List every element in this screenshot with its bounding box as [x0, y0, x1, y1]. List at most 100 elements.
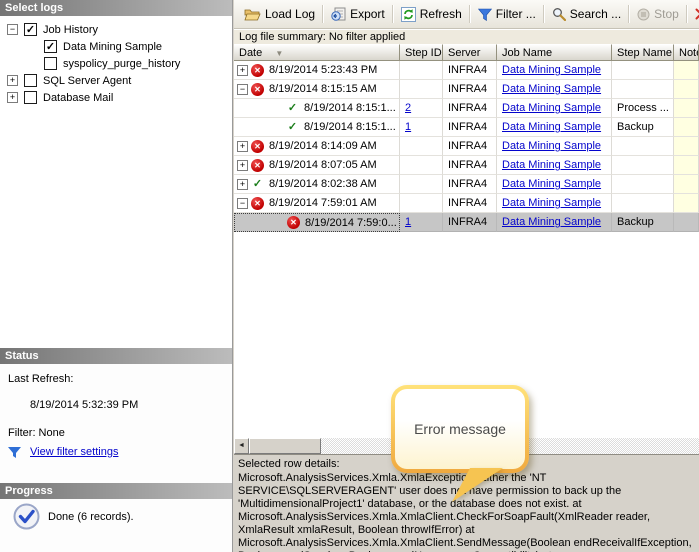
last-refresh-value: 8/19/2014 5:32:39 PM — [30, 399, 139, 411]
view-filter-settings-link[interactable]: View filter settings — [30, 446, 118, 458]
expand-icon[interactable]: + — [7, 75, 18, 86]
status-icon: ✕ — [251, 196, 264, 210]
expand-icon[interactable]: + — [237, 64, 248, 76]
log-file-viewer-window: Select logs − ✓ Job History ✓ Data Minin… — [0, 0, 699, 552]
step-id-link[interactable]: 2 — [405, 102, 411, 114]
table-row[interactable]: − ✕ 8/19/2014 8:15:15 AM INFRA4 Data Min… — [234, 80, 699, 99]
server-cell: INFRA4 — [443, 137, 497, 156]
table-row[interactable]: + ✕ 8/19/2014 8:07:05 AM INFRA4 Data Min… — [234, 156, 699, 175]
progress-header: Progress — [0, 483, 232, 499]
table-row[interactable]: ✓ 8/19/2014 8:15:1... 1 INFRA4 Data Mini… — [234, 118, 699, 137]
step-id-cell — [400, 194, 443, 213]
tree-item-data-mining-sample[interactable]: ✓ Data Mining Sample — [0, 38, 232, 55]
column-header-step-name[interactable]: Step Name — [612, 44, 674, 61]
job-name-link[interactable]: Data Mining Sample — [502, 197, 601, 209]
delete-button[interactable]: Delete ... — [690, 4, 699, 24]
date-value: 8/19/2014 8:15:1... — [304, 102, 396, 114]
status-icon: ✕ — [251, 63, 264, 77]
tree-item-database-mail[interactable]: + Database Mail — [0, 89, 232, 106]
column-header-server[interactable]: Server — [443, 44, 497, 61]
scroll-left-arrow[interactable]: ◄ — [234, 438, 249, 454]
date-cell: + ✓ 8/19/2014 8:02:38 AM — [234, 175, 400, 194]
table-row[interactable]: − ✕ 8/19/2014 7:59:01 AM INFRA4 Data Min… — [234, 194, 699, 213]
notes-cell — [674, 99, 699, 118]
log-tree: − ✓ Job History ✓ Data Mining Sample sys… — [0, 16, 232, 348]
collapse-icon[interactable]: − — [237, 197, 248, 209]
stop-button: Stop — [632, 4, 684, 24]
notes-cell — [674, 175, 699, 194]
status-icon: ✕ — [287, 216, 300, 229]
filter-icon — [477, 8, 492, 21]
expand-icon[interactable]: + — [7, 92, 18, 103]
step-id-cell: 1 — [400, 213, 443, 232]
step-name-cell — [612, 156, 674, 175]
column-header-job-name[interactable]: Job Name — [497, 44, 612, 61]
job-name-link[interactable]: Data Mining Sample — [502, 159, 601, 171]
checkbox-job-history[interactable]: ✓ — [24, 23, 37, 36]
job-name-cell: Data Mining Sample — [497, 156, 612, 175]
search-button[interactable]: Search ... — [547, 4, 626, 24]
date-value: 8/19/2014 8:02:38 AM — [269, 178, 377, 190]
step-id-link[interactable]: 1 — [405, 121, 411, 133]
status-icon: ✕ — [251, 158, 264, 172]
expand-icon[interactable]: + — [237, 159, 248, 171]
refresh-button[interactable]: Refresh — [396, 4, 467, 25]
column-header-notes[interactable]: Notes — [674, 44, 699, 61]
tree-item-sql-server-agent[interactable]: + SQL Server Agent — [0, 72, 232, 89]
job-name-link[interactable]: Data Mining Sample — [502, 140, 601, 152]
toolbar-separator — [542, 5, 545, 23]
filter-button[interactable]: Filter ... — [473, 4, 541, 24]
job-name-link[interactable]: Data Mining Sample — [502, 64, 601, 76]
table-row[interactable]: + ✕ 8/19/2014 5:23:43 PM INFRA4 Data Min… — [234, 61, 699, 80]
job-name-link[interactable]: Data Mining Sample — [502, 121, 601, 133]
table-row[interactable]: + ✕ 8/19/2014 8:14:09 AM INFRA4 Data Min… — [234, 137, 699, 156]
job-name-cell: Data Mining Sample — [497, 99, 612, 118]
table-row-selected[interactable]: ✕ 8/19/2014 7:59:0... 1 INFRA4 Data Mini… — [234, 213, 699, 232]
table-row[interactable]: + ✓ 8/19/2014 8:02:38 AM INFRA4 Data Min… — [234, 175, 699, 194]
date-cell: + ✕ 8/19/2014 8:14:09 AM — [234, 137, 400, 156]
step-id-link[interactable]: 1 — [405, 216, 411, 228]
load-log-button[interactable]: Load Log — [239, 4, 320, 24]
expand-icon[interactable]: + — [237, 140, 248, 152]
server-cell: INFRA4 — [443, 61, 497, 80]
scrollbar-thumb[interactable] — [249, 438, 321, 454]
checkbox-data-mining-sample[interactable]: ✓ — [44, 40, 57, 53]
step-id-cell — [400, 137, 443, 156]
checkbox-syspolicy[interactable] — [44, 57, 57, 70]
checkbox-database-mail[interactable] — [24, 91, 37, 104]
notes-cell — [674, 80, 699, 99]
step-id-cell — [400, 80, 443, 99]
tree-item-syspolicy-purge-history[interactable]: syspolicy_purge_history — [0, 55, 232, 72]
date-value: 8/19/2014 8:15:1... — [304, 121, 396, 133]
button-label: Search ... — [569, 7, 622, 21]
toolbar-separator — [391, 5, 394, 23]
status-icon: ✓ — [252, 177, 263, 190]
expand-icon[interactable]: + — [237, 178, 248, 190]
column-header-step-id[interactable]: Step ID — [400, 44, 443, 61]
callout-body: Error message — [395, 389, 525, 469]
tree-item-job-history[interactable]: − ✓ Job History — [0, 21, 232, 38]
date-cell: ✓ 8/19/2014 8:15:1... — [234, 99, 400, 118]
date-value: 8/19/2014 7:59:0... — [305, 216, 397, 229]
server-cell: INFRA4 — [443, 213, 497, 232]
date-cell: + ✕ 8/19/2014 5:23:43 PM — [234, 61, 400, 80]
job-name-link[interactable]: Data Mining Sample — [502, 83, 601, 95]
step-id-cell — [400, 61, 443, 80]
collapse-icon[interactable]: − — [237, 83, 248, 95]
step-name-cell — [612, 175, 674, 194]
toolbar-separator — [685, 5, 688, 23]
column-header-date[interactable]: Date ▼ — [234, 44, 400, 61]
job-name-cell: Data Mining Sample — [497, 194, 612, 213]
checkbox-sql-server-agent[interactable] — [24, 74, 37, 87]
server-cell: INFRA4 — [443, 194, 497, 213]
toolbar-separator — [468, 5, 471, 23]
table-row[interactable]: ✓ 8/19/2014 8:15:1... 2 INFRA4 Data Mini… — [234, 99, 699, 118]
step-name-cell — [612, 61, 674, 80]
collapse-icon[interactable]: − — [7, 24, 18, 35]
job-name-link[interactable]: Data Mining Sample — [502, 102, 601, 114]
job-name-link[interactable]: Data Mining Sample — [502, 216, 601, 228]
job-name-link[interactable]: Data Mining Sample — [502, 178, 601, 190]
date-cell: − ✕ 8/19/2014 8:15:15 AM — [234, 80, 400, 99]
grid-header: Date ▼ Step ID Server Job Name Step Name… — [234, 44, 699, 61]
export-button[interactable]: Export — [326, 4, 390, 24]
